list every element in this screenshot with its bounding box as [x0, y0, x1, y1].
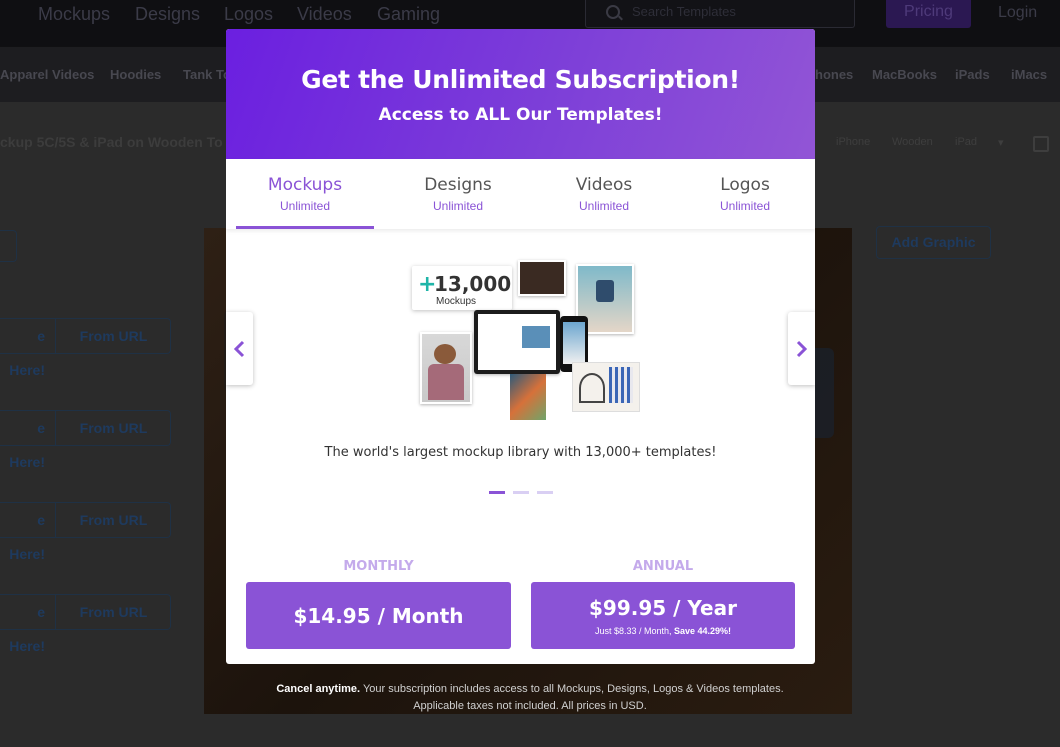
footnote-line-2: Applicable taxes not included. All price… [413, 700, 647, 712]
upload-button-group: e Here! From URL [0, 318, 171, 378]
tag-link[interactable]: iPhone [836, 136, 870, 148]
modal-title: Get the Unlimited Subscription! [301, 65, 740, 94]
tab-designs[interactable]: Designs Unlimited [388, 159, 528, 229]
page-title: ckup 5C/5S & iPad on Wooden To [0, 134, 223, 150]
category-item[interactable]: hones [815, 67, 853, 82]
category-item[interactable]: Apparel Videos [0, 67, 94, 82]
carousel-description: The world's largest mockup library with … [324, 445, 717, 460]
category-item[interactable]: MacBooks [872, 67, 937, 82]
cancel-anytime-text: Cancel anytime. [276, 683, 361, 695]
subscription-modal: Get the Unlimited Subscription! Access t… [226, 29, 815, 664]
tab-logos[interactable]: Logos Unlimited [675, 159, 815, 229]
carousel-prev-button[interactable] [226, 312, 253, 385]
tab-sublabel: Unlimited [719, 199, 770, 213]
footnote-line-1: Cancel anytime. Your subscription includ… [0, 681, 1060, 698]
carousel-dot[interactable] [489, 491, 505, 494]
drop-image-button[interactable]: e Here! [0, 411, 56, 470]
add-graphic-button[interactable]: Add Graphic [876, 226, 991, 259]
tab-sublabel: Unlimited [578, 199, 629, 213]
tab-sublabel: Unlimited [279, 199, 330, 213]
subscription-footnote: Cancel anytime. Your subscription includ… [0, 681, 1060, 715]
chevron-down-icon[interactable]: ▾ [998, 136, 1004, 149]
carousel-dot[interactable] [537, 491, 553, 494]
nav-link-gaming[interactable]: Gaming [377, 4, 440, 25]
monthly-plan-label: MONTHLY [343, 559, 414, 574]
tab-videos[interactable]: Videos Unlimited [534, 159, 674, 229]
search-input[interactable]: Search Templates [585, 0, 855, 28]
tab-mockups[interactable]: Mockups Unlimited [236, 159, 374, 229]
category-item[interactable]: Hoodies [110, 67, 161, 82]
category-item[interactable]: iPads [955, 67, 990, 82]
annual-monthly-equivalent: Just $8.33 / Month, [594, 626, 672, 636]
tab-label: Logos [720, 175, 770, 195]
annual-price: $99.95 / Year [589, 596, 737, 620]
modal-subtitle: Access to ALL Our Templates! [378, 105, 663, 125]
carousel-dot[interactable] [513, 491, 529, 494]
laptop-mockup [474, 310, 560, 374]
frame-mockup [572, 362, 640, 412]
upload-button-group: e Here! From URL [0, 410, 171, 470]
search-icon [606, 5, 620, 19]
mockups-collage-image: + 13,000 Mockups [412, 256, 640, 423]
upload-button-group: e Here! From URL [0, 594, 171, 654]
from-url-button[interactable]: From URL [57, 503, 170, 537]
drop-image-button[interactable]: e Here! [0, 503, 56, 562]
tag-link[interactable]: iPad [955, 136, 977, 148]
modal-header: Get the Unlimited Subscription! Access t… [226, 29, 815, 159]
mockup-count: 13,000 [434, 272, 512, 296]
upload-button-group: e Here! From URL [0, 502, 171, 562]
chevron-left-icon [233, 340, 245, 358]
book-mockup [510, 374, 546, 420]
tab-label: Videos [575, 175, 633, 195]
nav-link-logos[interactable]: Logos [224, 4, 273, 25]
annual-plan-label: ANNUAL [632, 559, 694, 574]
save-icon[interactable] [1033, 136, 1049, 152]
active-tab-underline [236, 226, 374, 229]
carousel-indicators [489, 491, 553, 494]
annual-price-note: Just $8.33 / Month, Save 44.29%! [531, 626, 795, 636]
annual-plan-button[interactable]: $99.95 / Year Just $8.33 / Month, Save 4… [531, 582, 795, 649]
nav-link-videos[interactable]: Videos [297, 4, 352, 25]
from-url-button[interactable]: From URL [57, 595, 170, 629]
tab-label: Designs [424, 175, 492, 195]
monthly-price: $14.95 / Month [293, 604, 464, 628]
category-item[interactable]: Tank To [183, 67, 231, 82]
annual-savings: Save 44.29%! [674, 626, 732, 636]
mockup-count-label: Mockups [436, 296, 477, 307]
footnote-includes-text: Your subscription includes access to all… [362, 683, 784, 695]
nav-link-designs[interactable]: Designs [135, 4, 200, 25]
category-item[interactable]: iMacs [1011, 67, 1047, 82]
carousel-next-button[interactable] [788, 312, 815, 385]
mockup-count-card: + 13,000 Mockups [412, 266, 512, 310]
nav-link-mockups[interactable]: Mockups [38, 4, 110, 25]
monthly-plan-button[interactable]: $14.95 / Month [246, 582, 511, 649]
back-button[interactable] [0, 230, 17, 262]
from-url-button[interactable]: From URL [57, 319, 170, 353]
tag-link[interactable]: Wooden [892, 136, 933, 148]
photo-thumbnail [518, 260, 566, 296]
from-url-button[interactable]: From URL [57, 411, 170, 445]
category-tabs: Mockups Unlimited Designs Unlimited Vide… [226, 159, 815, 229]
chevron-right-icon [796, 340, 808, 358]
drop-image-button[interactable]: e Here! [0, 319, 56, 378]
photo-thumbnail [420, 332, 472, 404]
login-link[interactable]: Login [998, 4, 1037, 22]
pricing-button[interactable]: Pricing [886, 0, 971, 28]
search-placeholder: Search Templates [632, 4, 736, 19]
tab-sublabel: Unlimited [432, 199, 483, 213]
tab-label: Mockups [267, 175, 343, 195]
drop-image-button[interactable]: e Here! [0, 595, 56, 654]
